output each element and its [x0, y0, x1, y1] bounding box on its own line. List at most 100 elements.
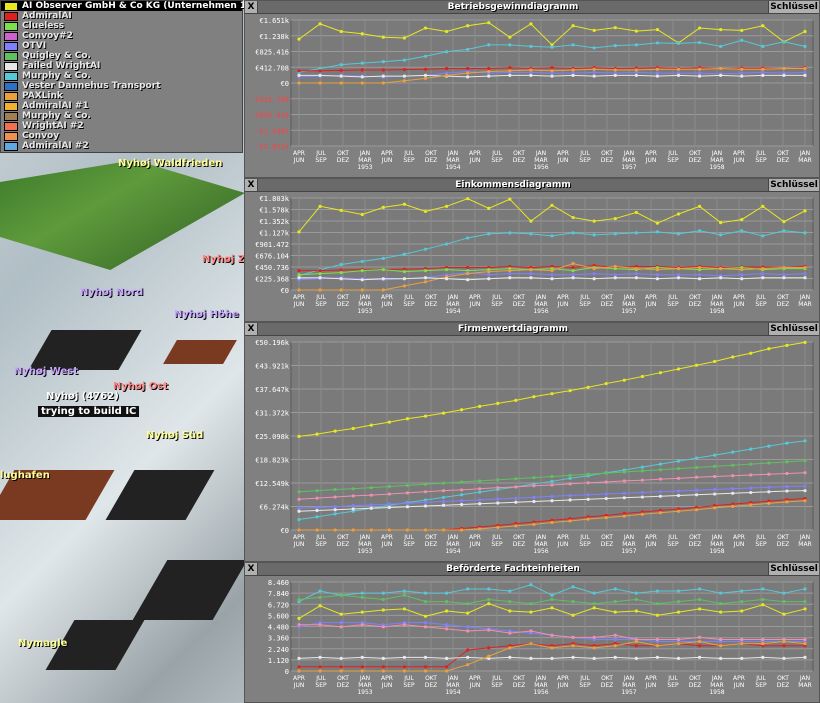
graph-titlebar[interactable]: X Firmenwertdiagramm Schlüssel [245, 323, 819, 336]
data-point [360, 61, 364, 65]
close-icon[interactable]: X [245, 179, 258, 191]
data-point [297, 434, 301, 438]
legend-item[interactable]: Failed WrightAI [1, 61, 242, 71]
data-point [604, 480, 608, 484]
legend-item[interactable]: Clueless [1, 21, 242, 31]
data-point [402, 623, 407, 627]
town-label-hoehe[interactable]: Nyhøj Höhe [174, 309, 239, 320]
data-point [460, 408, 464, 412]
data-point [529, 272, 533, 276]
legend-item[interactable]: Quigley & Co. [1, 51, 242, 61]
data-point [423, 625, 428, 629]
key-button[interactable]: Schlüssel [768, 179, 819, 191]
legend-item[interactable]: AdmiralAI #2 [1, 141, 242, 151]
x-year-label: 1953 [357, 548, 372, 555]
legend-item[interactable]: AdmiralAI [1, 11, 242, 21]
x-tick-label: JAN [447, 294, 458, 301]
legend-item[interactable]: WrightAI #2 [1, 121, 242, 131]
data-point [713, 474, 717, 479]
town-label-west[interactable]: Nyhøj West [14, 366, 78, 377]
x-tick-label: JUN [381, 541, 393, 548]
graph-titlebar[interactable]: X Einkommensdiagramm Schlüssel [245, 179, 819, 192]
data-point [634, 266, 638, 271]
legend-color-swatch [4, 81, 18, 91]
data-point [318, 288, 322, 292]
data-point [655, 655, 660, 659]
data-point [658, 371, 663, 375]
data-point [697, 26, 702, 30]
graph-titlebar[interactable]: X Beförderte Fachteinheiten Schlüssel [245, 563, 819, 576]
town-label-main[interactable]: Nyhøj (4762) [46, 391, 119, 402]
data-point [568, 482, 572, 486]
legend-item[interactable]: AI Observer GmbH & Co KG (Unternehmen 1) [1, 1, 250, 11]
data-point [369, 423, 373, 427]
data-point [676, 41, 681, 45]
data-point [803, 44, 807, 48]
legend-item[interactable]: Vester Dannehus Transport [1, 81, 242, 91]
town-label-flughafen[interactable]: lughafen [0, 470, 50, 481]
data-point [508, 272, 512, 276]
data-point [761, 603, 765, 607]
legend-color-swatch [4, 41, 18, 51]
data-point [571, 261, 575, 266]
data-point [613, 644, 617, 648]
data-point [297, 230, 301, 234]
legend-item[interactable]: PAXLink [1, 91, 242, 101]
data-point [318, 604, 322, 608]
data-point [550, 392, 554, 396]
data-point [655, 41, 660, 45]
town-label-waldfrieden[interactable]: Nyhøj Waldfrieden [118, 158, 222, 169]
legend-item[interactable]: AdmiralAI #1 [1, 101, 242, 111]
data-point [655, 27, 660, 32]
data-point [444, 656, 449, 660]
data-point [604, 471, 608, 475]
data-point [634, 644, 638, 648]
x-tick-label: JUN [645, 541, 657, 548]
close-icon[interactable]: X [245, 563, 258, 575]
legend-item[interactable]: Murphy & Co. [1, 111, 242, 121]
x-tick-label: SEP [755, 682, 767, 689]
x-tick-label: DEZ [425, 301, 438, 308]
data-point [803, 265, 807, 270]
legend-item[interactable]: Convoy#2 [1, 31, 242, 41]
data-point [405, 491, 410, 495]
town-label-nord[interactable]: Nyhøj Nord [80, 287, 143, 298]
data-point [318, 272, 322, 276]
key-button[interactable]: Schlüssel [768, 563, 819, 575]
data-point [402, 655, 407, 659]
key-button[interactable]: Schlüssel [768, 1, 819, 13]
y-tick-label: 8.460 [268, 579, 289, 587]
key-button[interactable]: Schlüssel [768, 323, 819, 335]
x-year-label: 1954 [445, 308, 460, 315]
legend-item[interactable]: Murphy & Co. [1, 71, 242, 81]
x-tick-label: SEP [755, 301, 767, 308]
legend-item[interactable]: OTVI [1, 41, 242, 51]
graph-titlebar[interactable]: X Betriebsgewinndiagramm Schlüssel [245, 1, 819, 14]
data-point [634, 639, 638, 644]
town-label-ost[interactable]: Nyhøj Ost [113, 381, 168, 392]
data-point [740, 277, 744, 281]
data-point [761, 597, 765, 602]
data-point [297, 69, 301, 73]
data-point [586, 497, 590, 501]
close-icon[interactable]: X [245, 1, 258, 13]
data-point [444, 599, 449, 604]
data-point [571, 644, 575, 648]
x-tick-label: JUN [469, 541, 481, 548]
data-point [613, 655, 617, 659]
town-label-sued[interactable]: Nyhøj Süd [146, 430, 203, 441]
data-point [496, 478, 500, 482]
data-point [297, 73, 301, 77]
town-label-nymagle[interactable]: Nymagle [18, 638, 67, 649]
close-icon[interactable]: X [245, 323, 258, 335]
town-label-z[interactable]: Nyhøj Z [202, 254, 245, 265]
data-point [803, 73, 807, 77]
y-tick-label: €25.098k [255, 433, 290, 441]
y-tick-label: €0 [281, 287, 289, 295]
ai-status-message: trying to build IC [38, 406, 140, 417]
legend-item[interactable]: Convoy [1, 131, 242, 141]
x-tick-label: JUL [755, 534, 766, 541]
data-point [297, 616, 301, 620]
data-point [318, 73, 322, 77]
x-tick-label: OKT [513, 294, 525, 301]
